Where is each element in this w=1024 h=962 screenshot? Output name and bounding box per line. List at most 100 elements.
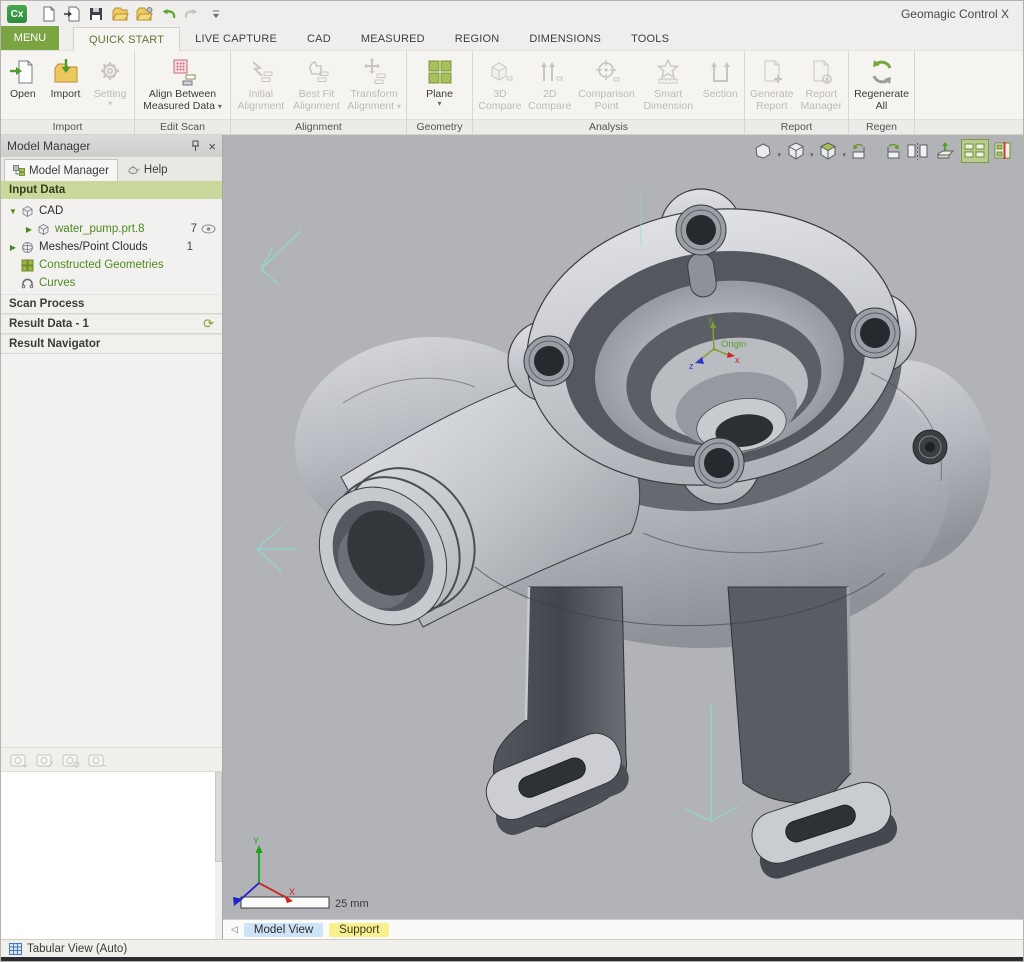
align-between-measured-data-label: Align Between Measured Data [143, 88, 216, 112]
tab-quick-start[interactable]: QUICK START [73, 27, 180, 51]
import-icon [52, 56, 80, 88]
snapshot-refresh-icon [62, 752, 81, 768]
tab-region[interactable]: REGION [440, 27, 515, 50]
import-button[interactable]: Import [43, 54, 89, 118]
3d-compare-label: 3D Compare [478, 88, 521, 112]
save-icon[interactable] [85, 4, 107, 24]
initial-alignment-button: Initial Alignment [233, 54, 289, 118]
cube-view-icon[interactable] [784, 139, 808, 163]
multi-viewport-icon[interactable] [961, 139, 989, 163]
panel-sections: Scan Process Result Data - 1 ⟳ Result Na… [1, 294, 222, 354]
ribbon-group-label-geometry: Geometry [407, 119, 472, 134]
quick-access-toolbar: Cx Geomagic Control X [1, 1, 1023, 27]
tab-menu[interactable]: MENU [1, 26, 59, 50]
tab-model-view[interactable]: Model View [244, 923, 323, 937]
initial-alignment-label: Initial Alignment [237, 88, 284, 112]
rotate-right-icon[interactable] [877, 139, 903, 163]
curves-icon [19, 277, 35, 290]
open-folder-icon[interactable] [109, 4, 131, 24]
mirror-view-icon[interactable] [905, 139, 931, 163]
ribbon-group-label-edit-scan: Edit Scan [135, 119, 230, 134]
section-result-data-label: Result Data - 1 [9, 318, 89, 330]
tree-item-constructed-geometries[interactable]: Constructed Geometries [1, 256, 222, 274]
status-bar: Tabular View (Auto) [1, 939, 1023, 957]
tree-item-cad[interactable]: ▼ CAD [1, 202, 222, 220]
refresh-icon[interactable]: ⟳ [203, 316, 214, 332]
dropdown-caret-icon[interactable]: ▾ [842, 151, 846, 159]
model-manager-titlebar[interactable]: Model Manager × [1, 135, 222, 157]
align-between-measured-data-button[interactable]: Align Between Measured Data ▾ [137, 54, 228, 118]
expander-closed-icon[interactable]: ▶ [7, 243, 19, 252]
plane-button-label: Plane [426, 88, 453, 100]
align-between-measured-data-icon [168, 56, 198, 88]
import-button-label: Import [51, 88, 81, 100]
status-bar-label[interactable]: Tabular View (Auto) [27, 943, 127, 955]
rotate-left-icon[interactable] [849, 139, 875, 163]
smart-dimension-button: Smart Dimension [638, 54, 698, 118]
tab-live-capture[interactable]: LIVE CAPTURE [180, 27, 292, 50]
initial-alignment-icon [247, 56, 275, 88]
toolbar-options-icon[interactable] [205, 4, 227, 24]
tab-help-label: Help [144, 164, 168, 176]
dropdown-caret-icon[interactable]: ▾ [777, 151, 781, 159]
generate-report-icon [758, 56, 786, 88]
section-result-navigator[interactable]: Result Navigator [1, 334, 222, 354]
tab-model-manager[interactable]: Model Manager [4, 159, 118, 181]
input-data-header[interactable]: Input Data [1, 181, 222, 199]
dropdown-caret-icon[interactable]: ▾ [810, 151, 814, 159]
view-tab-strip: ◁ Model View Support [223, 919, 1023, 939]
cad-model-water-pump[interactable] [294, 185, 991, 882]
tree-item-meshes[interactable]: ▶ Meshes/Point Clouds 1 [1, 238, 222, 256]
tab-tools[interactable]: TOOLS [616, 27, 684, 50]
open-button[interactable]: Open [3, 54, 43, 118]
constructed-geometries-icon [19, 259, 35, 272]
generate-report-label: Generate Report [750, 88, 794, 112]
pin-icon[interactable] [191, 140, 200, 152]
panel-empty-area [1, 354, 222, 747]
viewport-canvas[interactable]: Origin y x z Y [223, 135, 1023, 919]
section-result-data[interactable]: Result Data - 1 ⟳ [1, 314, 222, 334]
tab-support[interactable]: Support [329, 923, 389, 937]
open-recent-folder-icon[interactable] [133, 4, 155, 24]
import-file-icon[interactable] [61, 4, 83, 24]
tab-dimensions[interactable]: DIMENSIONS [514, 27, 616, 50]
regenerate-all-button[interactable]: Regenerate All [851, 54, 912, 118]
generate-report-button: Generate Report [747, 54, 797, 118]
model-manager-panel-title: Model Manager [7, 139, 90, 153]
split-view-icon[interactable] [991, 139, 1015, 163]
tab-measured[interactable]: MEASURED [346, 27, 440, 50]
tree-item-curves[interactable]: Curves [1, 274, 222, 292]
3d-scene: Origin y x z Y [223, 135, 1023, 919]
panel-scrollbar[interactable] [215, 772, 222, 939]
polygon-display-icon[interactable] [751, 139, 775, 163]
expander-closed-icon[interactable]: ▶ [23, 225, 35, 234]
2d-compare-label: 2D Compare [528, 88, 571, 112]
plane-button[interactable]: Plane ▾ [412, 54, 468, 118]
tab-cad[interactable]: CAD [292, 27, 346, 50]
regenerate-all-label: Regenerate All [854, 88, 909, 112]
tree-item-water-pump[interactable]: ▶ water_pump.prt.8 7 [1, 220, 222, 238]
ribbon-group-label-analysis: Analysis [473, 119, 744, 134]
normal-view-icon[interactable] [933, 139, 959, 163]
ribbon-group-import: Open Import Setting ▾ Import [1, 51, 135, 134]
expander-open-icon[interactable]: ▼ [7, 207, 19, 216]
isometric-view-icon[interactable] [816, 139, 840, 163]
3d-compare-icon [486, 56, 514, 88]
dropdown-caret-icon: ▾ [437, 100, 441, 108]
2d-compare-button: 2D Compare [525, 54, 575, 118]
undo-icon[interactable] [157, 4, 179, 24]
ribbon-group-label-regen: Regen [849, 119, 914, 134]
section-scan-process[interactable]: Scan Process [1, 294, 222, 314]
tree-item-constructed-geometries-label: Constructed Geometries [39, 259, 164, 271]
tab-help[interactable]: Help [118, 159, 176, 181]
tabular-view-icon[interactable] [9, 943, 22, 955]
setting-gear-icon [96, 56, 124, 88]
tree-item-water-pump-count: 7 [191, 223, 201, 235]
new-document-icon[interactable] [37, 4, 59, 24]
close-icon[interactable]: × [208, 140, 216, 153]
eye-icon[interactable] [201, 224, 216, 234]
best-fit-alignment-label: Best Fit Alignment [293, 88, 340, 112]
ribbon-group-label-alignment: Alignment [231, 119, 406, 134]
transform-alignment-icon [360, 56, 388, 88]
tab-scroll-left-icon[interactable]: ◁ [231, 924, 238, 935]
